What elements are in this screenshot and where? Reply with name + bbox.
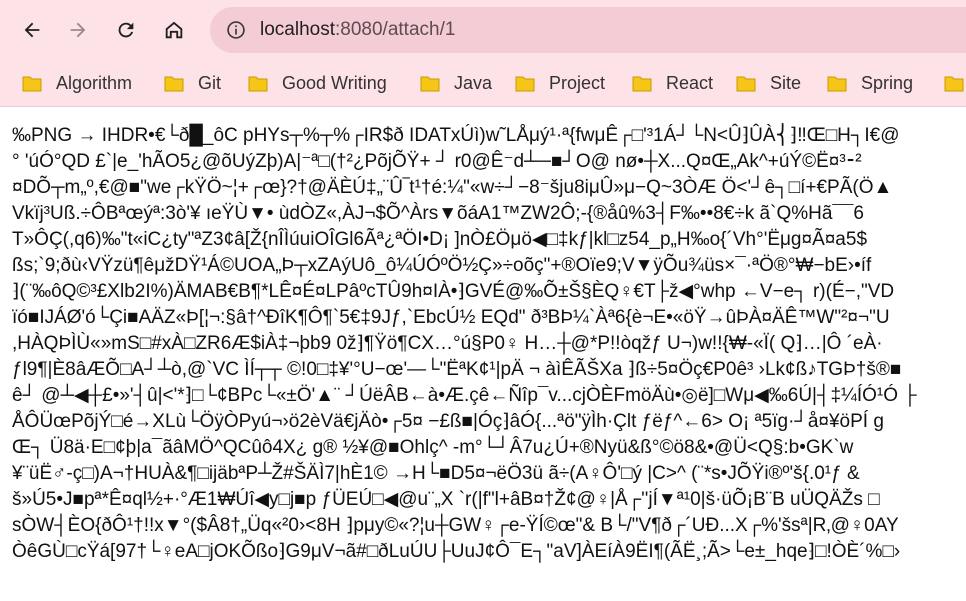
content-line: ,HÀQÞÌÙ«»mS□#xÀ□ZR6Æ$iÀ‡¬þb9 0ž⁆¶Ÿö¶CX…°… [12,333,883,354]
content-line: š»Ú5•J■pª*Ê¤ql½+·°Æ1₩Úî◀y□j■p ƒÜEÚ□◀@u¨„… [12,489,880,510]
folder-icon [22,76,42,91]
bookmark-site[interactable]: Site [736,68,801,98]
content-line: ê┘ @┴◀┼£•»'┤û|<'*⁆□└¢BPc└«±Ö'▲¨ ┘ÚëÂB←à•… [12,385,917,406]
folder-icon [420,76,440,91]
address-bar[interactable]: localhost:8080/attach/1 [210,7,966,53]
reload-button[interactable] [106,10,146,50]
bookmark-java[interactable]: Java [420,68,492,98]
content-line: ‰PNG → IHDR•€└ð█_ôC pHYs┬%┬%┌IR$ð IDATxÚ… [12,125,900,146]
content-line: ïó■IJÁØ'ó└Çi■AÄZ«Þ[¦¬:§â†^ÐîK¶Ô¶`5€‡9Jƒ,… [12,307,890,328]
bookmark-algorithm[interactable]: Algorithm [22,68,132,98]
browser-toolbar: localhost:8080/attach/1 [0,0,966,60]
content-line: Vkïj³Uß.÷ÔBªœýª:3ò'¥ ıeŸÙ▼• ùdÒZ«,ÀJ¬$Õ^… [12,203,864,224]
folder-icon [736,76,756,91]
bookmark-label: Algorithm [56,72,133,93]
bookmark-label: Good Writing [282,72,387,93]
bookmark-label: Site [770,72,802,93]
bookmarks-bar: Algorithm Git Good Writing Java Project … [0,60,966,107]
url-text[interactable]: localhost:8080/attach/1 [260,17,455,43]
content-line: ° 'úÓ°QD £`|e_'hÃO5¿@õUýZþ)A|⁻ª□(†²¿PõjÕ… [12,151,862,172]
content-line: ¤DÕ┬m„º,€@■"we┌kŸÖ~¦+┌œ}?†@ÄÈÚ‡„¨Û‾t¹†é:… [12,177,893,198]
content-line: sÒW┤ÈO{ðÔ¹†!!x▼°($Â8†„Üq«²0›<8H ⁆pμy©«?¦… [12,515,899,536]
folder-icon [515,76,535,91]
folder-icon [248,76,268,91]
bookmark-label: React [666,72,714,93]
content-line: T»ÔÇ(,q6)‰"t«iC¿ty"ªZ3¢â[Ž{nÎÌúuiOÎGl6Ãª… [12,229,868,250]
info-icon[interactable] [226,20,246,40]
home-icon [165,21,183,39]
folder-icon [164,76,184,91]
reload-icon [118,22,134,38]
bookmark-label: Spring [861,72,914,93]
url-path: :8080/attach/1 [335,19,456,40]
content-line: ÅÔÜœPõjÝ□é→XLù└ÖÿÒPyú¬›ö2èVä€jÄò•┌5¤ −£ß… [12,411,884,432]
folder-icon [944,76,964,91]
content-line: ßs;`9;ðù‹VŸzü¶êμžDŸ¹Á©UOA„Þ┬xZAýUô_ô¼ÚÓº… [12,255,872,276]
bookmark-overflow[interactable] [944,68,966,98]
content-line: ÒêGÙ□cŸá[97†└♀eA□jOKÕßo⁆G9μV¬ã#□ðLuÚU├Uu… [12,541,901,562]
content-line: ⁆(¨‰ôQ©³£Xlb2I%)ÄMAB€B¶*LÊ¤É¤LPâºcTÛ9h¤I… [12,281,895,302]
content-line: Œ┐ Ü8ä·E□¢þ|a¯ãâMÖ^QCûô4X¿ g® ½¥@■Ohlç^ … [12,437,854,458]
page-content: ‰PNG → IHDR•€└ð█_ôC pHYs┬%┬%┌IR$ð IDATxÚ… [0,107,966,601]
bookmark-label: Java [454,72,493,93]
bookmark-react[interactable]: React [632,68,713,98]
folder-icon [632,76,652,91]
bookmark-project[interactable]: Project [515,68,605,98]
content-line: ¥¨üË♂-ç□)A¬†HUÀ&¶□ijäbªP┴Ž#ŠÄÌ7|hÈ1© →H└… [12,463,860,484]
bookmark-label: Project [549,72,606,93]
folder-icon [827,76,847,91]
home-button[interactable] [154,10,194,50]
bookmark-git[interactable]: Git [164,68,221,98]
url-host: localhost [260,19,335,40]
arrow-right-icon [70,22,86,38]
forward-button[interactable] [58,10,98,50]
content-line: ƒl9¶|È8âÆÕ□A┘┴ò,@`VC ÌÍ┬┬ ©!0□‡¥'°U−œ'—└… [12,359,902,380]
bookmark-spring[interactable]: Spring [827,68,913,98]
bookmark-good-writing[interactable]: Good Writing [248,68,387,98]
arrow-left-icon [24,22,40,38]
back-button[interactable] [12,10,52,50]
bookmark-label: Git [198,72,222,93]
